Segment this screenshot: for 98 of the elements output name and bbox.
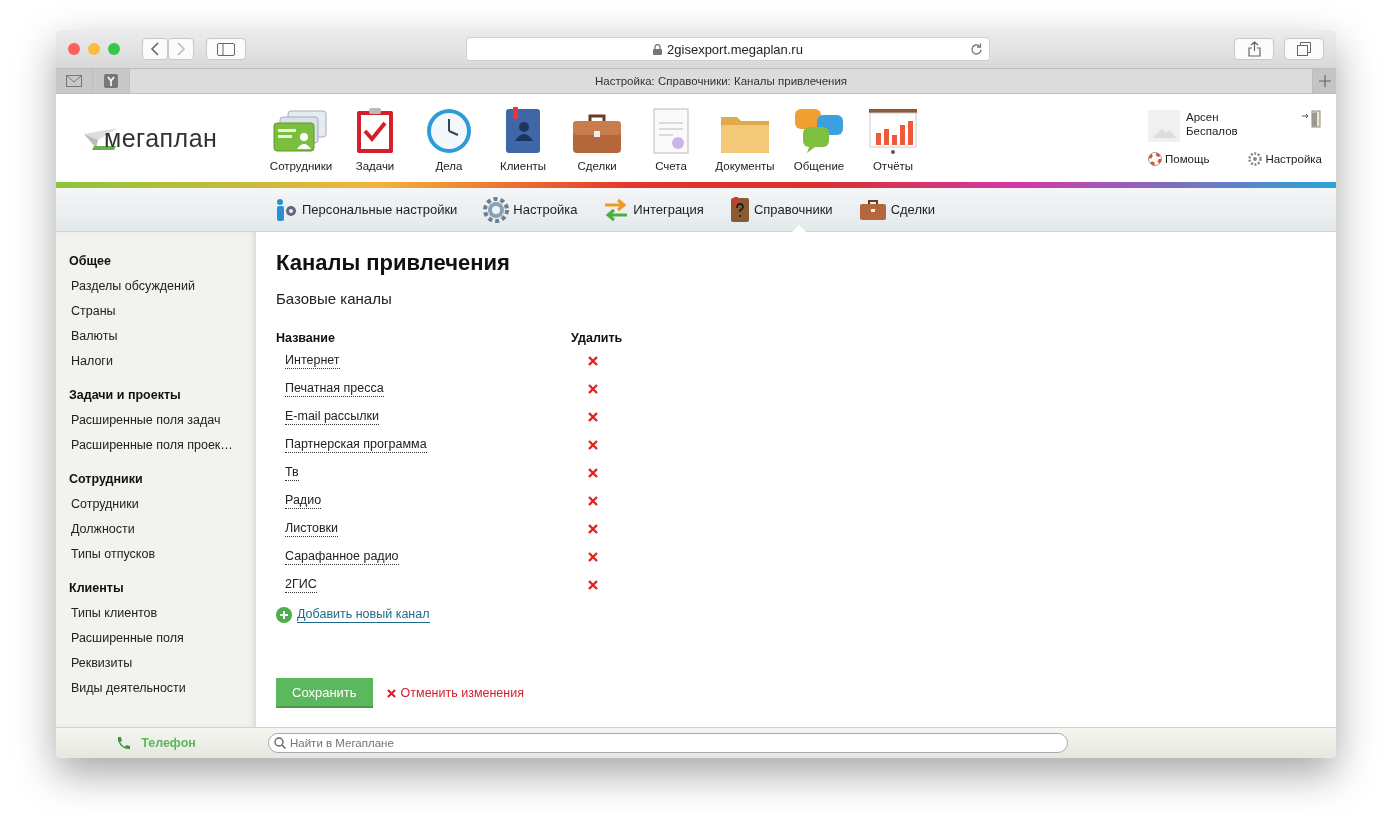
invoice-document-icon [651, 106, 691, 155]
plus-icon [1318, 75, 1331, 87]
subnav-tab[interactable]: Интеграция [603, 188, 704, 231]
tabs-overview-button[interactable] [1284, 38, 1324, 60]
sidebar-item[interactable]: Сотрудники [69, 491, 256, 516]
section-title: Базовые каналы [276, 290, 393, 307]
column-header: Удалить [571, 330, 623, 347]
address-book-icon [503, 106, 543, 155]
delete-icon[interactable] [588, 524, 598, 534]
question-book-icon [729, 196, 750, 223]
page-title: Каналы привлечения [276, 250, 511, 276]
pinned-tab[interactable] [93, 69, 130, 93]
channel-name-link[interactable]: E-mail рассылки [285, 409, 380, 425]
subnav-tab[interactable]: Справочники [729, 188, 833, 231]
channel-name-link[interactable]: Партнерская программа [285, 437, 427, 453]
back-button[interactable] [142, 38, 168, 60]
browser-tab[interactable]: Настройка: Справочники: Каналы привлечения [130, 69, 1312, 93]
share-icon [1247, 41, 1261, 57]
lifebuoy-icon [1148, 152, 1162, 166]
channel-name-link[interactable]: 2ГИС [285, 577, 317, 593]
settings-link[interactable]: Настройка [1248, 152, 1322, 166]
add-icon[interactable] [276, 607, 292, 623]
channel-name-link[interactable]: Радио [285, 493, 322, 509]
channel-name-link[interactable]: Тв [285, 465, 299, 481]
sidebar-toggle-button[interactable] [206, 38, 246, 60]
gear-icon [483, 196, 510, 223]
address-bar[interactable]: 2gisexport.megaplan.ru [466, 37, 990, 61]
sidebar-item[interactable]: Расширенные поля задач [69, 407, 256, 432]
module-link[interactable]: Документы [708, 104, 782, 172]
exchange-arrows-icon [603, 197, 630, 222]
sidebar-item[interactable]: Страны [69, 298, 256, 323]
megaplan-logo[interactable]: мегаплан [56, 123, 262, 153]
sidebar-item[interactable]: Типы отпусков [69, 541, 256, 566]
sidebar-item[interactable]: Налоги [69, 348, 256, 373]
sidebar-item[interactable]: Расширенные поля проек… [69, 432, 256, 457]
module-link[interactable]: Счета [634, 104, 708, 172]
sidebar-heading: Клиенты [69, 579, 125, 597]
sidebar-icon [217, 42, 235, 56]
url-text: 2gisexport.megaplan.ru [667, 41, 803, 57]
channel-name-link[interactable]: Сарафанное радио [285, 549, 399, 565]
cross-icon [386, 688, 396, 698]
sidebar-item[interactable]: Валюты [69, 323, 256, 348]
chevron-right-icon [176, 42, 186, 56]
subnav-tab[interactable]: Сделки [858, 188, 935, 231]
person-gear-icon [274, 197, 298, 222]
id-cards-icon [272, 108, 330, 155]
close-window-button[interactable] [68, 43, 80, 55]
module-link[interactable]: Сделки [560, 104, 634, 172]
logout-door-icon[interactable] [1302, 110, 1322, 128]
add-channel-link[interactable]: Добавить новый канал [297, 607, 430, 623]
column-header: Название [276, 330, 336, 347]
delete-icon[interactable] [588, 552, 598, 562]
delete-icon[interactable] [588, 580, 598, 590]
module-link[interactable]: Сотрудники [264, 104, 338, 172]
two-squares-icon [1297, 42, 1311, 56]
module-link[interactable]: Отчёты [856, 104, 930, 172]
mail-icon [66, 75, 82, 87]
sidebar-heading: Общее [69, 252, 112, 270]
delete-icon[interactable] [588, 496, 598, 506]
delete-icon[interactable] [588, 384, 598, 394]
help-link[interactable]: Помощь [1148, 152, 1210, 166]
channel-name-link[interactable]: Печатная пресса [285, 381, 384, 397]
delete-icon[interactable] [588, 468, 598, 478]
channel-name-link[interactable]: Интернет [285, 353, 340, 369]
delete-icon[interactable] [588, 440, 598, 450]
briefcase-icon [858, 198, 887, 221]
bar-chart-board-icon [867, 106, 919, 155]
module-link[interactable]: Задачи [338, 104, 412, 172]
sidebar-item[interactable]: Разделы обсуждений [69, 273, 256, 298]
cancel-changes-link[interactable]: Отменить изменения [386, 686, 524, 700]
module-link[interactable]: Дела [412, 104, 486, 172]
module-link[interactable]: Клиенты [486, 104, 560, 172]
subnav-tab[interactable]: Настройка [483, 188, 578, 231]
phone-icon [116, 735, 132, 751]
sidebar-item[interactable]: Должности [69, 516, 256, 541]
channel-name-link[interactable]: Листовки [285, 521, 339, 537]
delete-icon[interactable] [588, 356, 598, 366]
sidebar-item[interactable]: Реквизиты [69, 650, 256, 675]
reload-icon[interactable] [970, 42, 983, 56]
sidebar-item[interactable]: Типы клиентов [69, 600, 256, 625]
sidebar-item[interactable]: Виды деятельности [69, 675, 256, 700]
share-button[interactable] [1234, 38, 1274, 60]
delete-icon[interactable] [588, 412, 598, 422]
search-field[interactable]: Найти в Мегаплане [268, 733, 1068, 753]
chevron-left-icon [150, 42, 160, 56]
user-name[interactable]: Арсен Беспалов [1186, 110, 1238, 138]
pinned-tab[interactable] [56, 69, 93, 93]
lock-icon [653, 43, 663, 55]
clipboard-check-icon [355, 106, 395, 155]
y-letter-icon [104, 74, 118, 88]
chat-bubbles-icon [793, 106, 845, 155]
gear-icon [1248, 152, 1263, 166]
clock-icon [425, 106, 473, 155]
module-link[interactable]: Общение [782, 104, 856, 172]
sidebar-heading: Задачи и проекты [69, 386, 182, 404]
subnav-tab[interactable]: Персональные настройки [274, 188, 458, 231]
sidebar-item[interactable]: Расширенные поля [69, 625, 256, 650]
sidebar-heading: Сотрудники [69, 470, 144, 488]
